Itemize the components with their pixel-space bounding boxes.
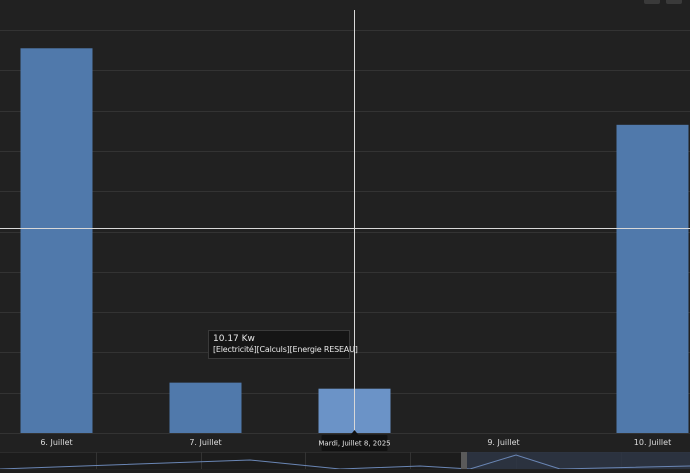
navigator[interactable] [0, 452, 690, 470]
tooltip-value: 10.17 Kw [213, 334, 255, 344]
bar-chart: 6. Juillet 7. Juillet 9. Juillet 10. Juille… [0, 10, 690, 470]
chart-container: 6. Juillet 7. Juillet 9. Juillet 10. Juille… [0, 0, 690, 470]
x-tick-label: 10. Juillet [634, 438, 671, 447]
tooltip-series: [Electricité][Calculs][Energie RESEAU] [213, 345, 358, 354]
grid [0, 30, 690, 434]
toolbar-button[interactable] [666, 0, 682, 4]
bar-10-juillet[interactable] [616, 124, 689, 434]
bar-7-juillet[interactable] [169, 382, 242, 433]
bar-6-juillet[interactable] [20, 48, 93, 434]
x-tick-label: 7. Juillet [189, 438, 221, 447]
x-tick-label: 9. Juillet [487, 438, 519, 447]
toolbar-button[interactable] [644, 0, 660, 4]
crosshair [0, 10, 690, 433]
tooltip: 10.17 Kw [Electricité][Calculs][Energie … [208, 330, 358, 359]
crosshair-label: Mardi, Juillet 8, 2025 [318, 440, 390, 448]
navigator-handle[interactable] [461, 452, 467, 469]
x-tick-label: 6. Juillet [40, 438, 72, 447]
